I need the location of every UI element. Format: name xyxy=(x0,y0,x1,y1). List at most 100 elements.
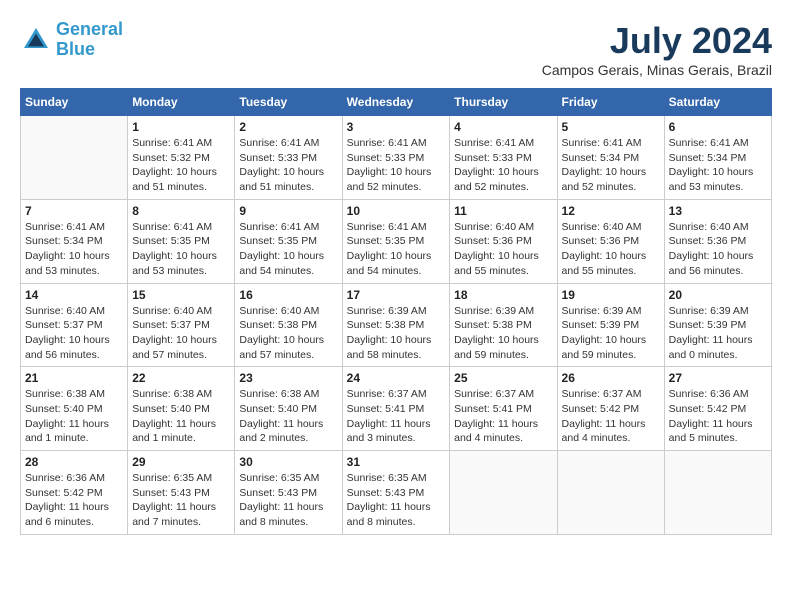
day-cell: 31Sunrise: 6:35 AMSunset: 5:43 PMDayligh… xyxy=(342,451,450,535)
day-number: 17 xyxy=(347,288,446,302)
logo-text: General Blue xyxy=(56,20,123,60)
day-info: Sunrise: 6:39 AMSunset: 5:38 PMDaylight:… xyxy=(454,304,552,363)
day-cell: 23 Sunrise: 6:38 AMSunset: 5:40 PMDayligh… xyxy=(235,367,342,451)
day-cell: 2 Sunrise: 6:41 AMSunset: 5:33 PMDaylight… xyxy=(235,116,342,200)
day-info: Sunrise: 6:37 AMSunset: 5:41 PMDaylight:… xyxy=(454,387,552,446)
day-cell: 14 Sunrise: 6:40 AMSunset: 5:37 PMDayligh… xyxy=(21,283,128,367)
day-info: Sunrise: 6:39 AMSunset: 5:39 PMDaylight:… xyxy=(669,304,767,363)
day-info: Sunrise: 6:40 AMSunset: 5:37 PMDaylight:… xyxy=(132,304,230,363)
header-thursday: Thursday xyxy=(450,89,557,116)
day-info: Sunrise: 6:41 AMSunset: 5:33 PMDaylight:… xyxy=(239,136,337,195)
day-cell xyxy=(664,451,771,535)
day-info: Sunrise: 6:36 AMSunset: 5:42 PMDaylight:… xyxy=(669,387,767,446)
header-monday: Monday xyxy=(128,89,235,116)
day-cell: 7 Sunrise: 6:41 AMSunset: 5:34 PMDaylight… xyxy=(21,199,128,283)
day-number: 2 xyxy=(239,120,337,134)
day-number: 20 xyxy=(669,288,767,302)
week-row-3: 14 Sunrise: 6:40 AMSunset: 5:37 PMDayligh… xyxy=(21,283,772,367)
title-area: July 2024 Campos Gerais, Minas Gerais, B… xyxy=(542,20,772,78)
day-number: 23 xyxy=(239,371,337,385)
day-number: 1 xyxy=(132,120,230,134)
day-cell: 12Sunrise: 6:40 AMSunset: 5:36 PMDayligh… xyxy=(557,199,664,283)
week-row-5: 28 Sunrise: 6:36 AMSunset: 5:42 PMDayligh… xyxy=(21,451,772,535)
header: General Blue July 2024 Campos Gerais, Mi… xyxy=(20,20,772,78)
logo-icon xyxy=(20,24,52,56)
day-info: Sunrise: 6:35 AMSunset: 5:43 PMDaylight:… xyxy=(347,471,446,530)
logo: General Blue xyxy=(20,20,123,60)
day-cell: 19 Sunrise: 6:39 AMSunset: 5:39 PMDayligh… xyxy=(557,283,664,367)
header-tuesday: Tuesday xyxy=(235,89,342,116)
day-number: 14 xyxy=(25,288,123,302)
day-cell: 28 Sunrise: 6:36 AMSunset: 5:42 PMDayligh… xyxy=(21,451,128,535)
header-friday: Friday xyxy=(557,89,664,116)
day-number: 7 xyxy=(25,204,123,218)
location: Campos Gerais, Minas Gerais, Brazil xyxy=(542,62,772,78)
day-number: 6 xyxy=(669,120,767,134)
day-cell: 5 Sunrise: 6:41 AMSunset: 5:34 PMDaylight… xyxy=(557,116,664,200)
day-cell: 3 Sunrise: 6:41 AMSunset: 5:33 PMDaylight… xyxy=(342,116,450,200)
week-row-2: 7 Sunrise: 6:41 AMSunset: 5:34 PMDaylight… xyxy=(21,199,772,283)
day-cell xyxy=(557,451,664,535)
day-info: Sunrise: 6:41 AMSunset: 5:35 PMDaylight:… xyxy=(239,220,337,279)
day-info: Sunrise: 6:40 AMSunset: 5:37 PMDaylight:… xyxy=(25,304,123,363)
day-info: Sunrise: 6:37 AMSunset: 5:41 PMDaylight:… xyxy=(347,387,446,446)
day-number: 11 xyxy=(454,204,552,218)
day-info: Sunrise: 6:39 AMSunset: 5:39 PMDaylight:… xyxy=(562,304,660,363)
day-info: Sunrise: 6:35 AMSunset: 5:43 PMDaylight:… xyxy=(239,471,337,530)
day-number: 22 xyxy=(132,371,230,385)
day-number: 4 xyxy=(454,120,552,134)
day-info: Sunrise: 6:41 AMSunset: 5:34 PMDaylight:… xyxy=(562,136,660,195)
day-info: Sunrise: 6:39 AMSunset: 5:38 PMDaylight:… xyxy=(347,304,446,363)
day-number: 3 xyxy=(347,120,446,134)
day-number: 16 xyxy=(239,288,337,302)
day-cell: 8Sunrise: 6:41 AMSunset: 5:35 PMDaylight… xyxy=(128,199,235,283)
day-info: Sunrise: 6:36 AMSunset: 5:42 PMDaylight:… xyxy=(25,471,123,530)
day-cell: 21 Sunrise: 6:38 AMSunset: 5:40 PMDayligh… xyxy=(21,367,128,451)
day-cell xyxy=(21,116,128,200)
header-saturday: Saturday xyxy=(664,89,771,116)
month-year: July 2024 xyxy=(542,20,772,62)
day-info: Sunrise: 6:41 AMSunset: 5:34 PMDaylight:… xyxy=(669,136,767,195)
calendar: SundayMondayTuesdayWednesdayThursdayFrid… xyxy=(20,88,772,535)
day-number: 30 xyxy=(239,455,337,469)
day-number: 5 xyxy=(562,120,660,134)
day-cell: 15 Sunrise: 6:40 AMSunset: 5:37 PMDayligh… xyxy=(128,283,235,367)
day-cell: 25Sunrise: 6:37 AMSunset: 5:41 PMDayligh… xyxy=(450,367,557,451)
day-cell: 16Sunrise: 6:40 AMSunset: 5:38 PMDayligh… xyxy=(235,283,342,367)
day-cell: 27 Sunrise: 6:36 AMSunset: 5:42 PMDayligh… xyxy=(664,367,771,451)
day-cell: 11 Sunrise: 6:40 AMSunset: 5:36 PMDayligh… xyxy=(450,199,557,283)
day-info: Sunrise: 6:41 AMSunset: 5:33 PMDaylight:… xyxy=(454,136,552,195)
day-number: 26 xyxy=(562,371,660,385)
day-info: Sunrise: 6:35 AMSunset: 5:43 PMDaylight:… xyxy=(132,471,230,530)
day-info: Sunrise: 6:38 AMSunset: 5:40 PMDaylight:… xyxy=(239,387,337,446)
day-cell: 17 Sunrise: 6:39 AMSunset: 5:38 PMDayligh… xyxy=(342,283,450,367)
day-cell: 29Sunrise: 6:35 AMSunset: 5:43 PMDayligh… xyxy=(128,451,235,535)
day-info: Sunrise: 6:41 AMSunset: 5:34 PMDaylight:… xyxy=(25,220,123,279)
day-number: 15 xyxy=(132,288,230,302)
day-cell: 26 Sunrise: 6:37 AMSunset: 5:42 PMDayligh… xyxy=(557,367,664,451)
day-number: 27 xyxy=(669,371,767,385)
day-number: 13 xyxy=(669,204,767,218)
day-number: 9 xyxy=(239,204,337,218)
day-cell: 13 Sunrise: 6:40 AMSunset: 5:36 PMDayligh… xyxy=(664,199,771,283)
day-info: Sunrise: 6:37 AMSunset: 5:42 PMDaylight:… xyxy=(562,387,660,446)
day-number: 21 xyxy=(25,371,123,385)
day-number: 28 xyxy=(25,455,123,469)
day-cell: 10Sunrise: 6:41 AMSunset: 5:35 PMDayligh… xyxy=(342,199,450,283)
day-cell: 30 Sunrise: 6:35 AMSunset: 5:43 PMDayligh… xyxy=(235,451,342,535)
day-cell: 1Sunrise: 6:41 AMSunset: 5:32 PMDaylight… xyxy=(128,116,235,200)
day-info: Sunrise: 6:41 AMSunset: 5:33 PMDaylight:… xyxy=(347,136,446,195)
day-number: 12 xyxy=(562,204,660,218)
day-number: 19 xyxy=(562,288,660,302)
calendar-header-row: SundayMondayTuesdayWednesdayThursdayFrid… xyxy=(21,89,772,116)
day-info: Sunrise: 6:40 AMSunset: 5:36 PMDaylight:… xyxy=(669,220,767,279)
header-wednesday: Wednesday xyxy=(342,89,450,116)
day-info: Sunrise: 6:38 AMSunset: 5:40 PMDaylight:… xyxy=(132,387,230,446)
day-cell: 22 Sunrise: 6:38 AMSunset: 5:40 PMDayligh… xyxy=(128,367,235,451)
day-info: Sunrise: 6:38 AMSunset: 5:40 PMDaylight:… xyxy=(25,387,123,446)
day-number: 8 xyxy=(132,204,230,218)
day-cell xyxy=(450,451,557,535)
day-cell: 24Sunrise: 6:37 AMSunset: 5:41 PMDayligh… xyxy=(342,367,450,451)
day-info: Sunrise: 6:40 AMSunset: 5:36 PMDaylight:… xyxy=(454,220,552,279)
week-row-4: 21 Sunrise: 6:38 AMSunset: 5:40 PMDayligh… xyxy=(21,367,772,451)
